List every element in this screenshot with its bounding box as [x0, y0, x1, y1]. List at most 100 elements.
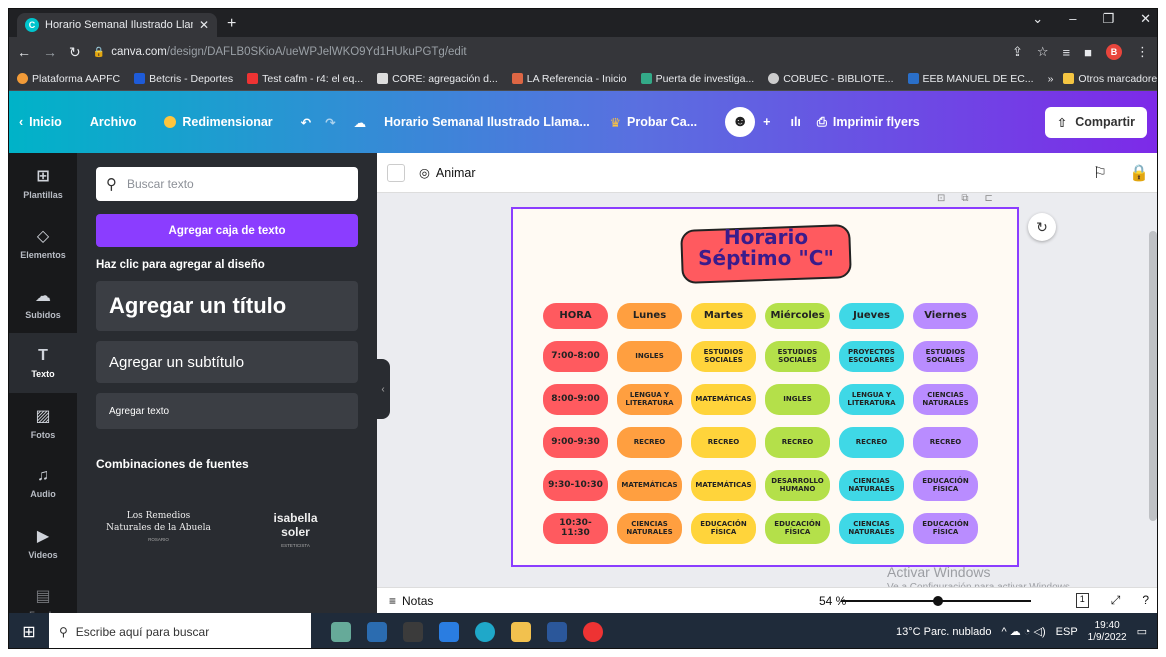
edge-icon[interactable] [475, 621, 495, 642]
schedule-subject-cell[interactable]: LENGUA Y LITERATURA [839, 384, 904, 415]
app-icon[interactable] [367, 621, 387, 642]
undo-icon[interactable]: ↶ [301, 115, 311, 130]
page-count[interactable]: 1 [1075, 593, 1089, 608]
add-heading-button[interactable]: Agregar un título [96, 281, 358, 331]
schedule-subject-cell[interactable]: INGLES [765, 384, 830, 415]
zoom-slider-handle[interactable] [933, 596, 943, 606]
taskbar-search-input[interactable]: ⚲ Escribe aquí para buscar [49, 613, 311, 648]
new-tab-icon[interactable]: + [227, 15, 236, 33]
schedule-header[interactable]: Martes [691, 303, 756, 329]
schedule-subject-cell[interactable]: ESTUDIOS SOCIALES [913, 341, 978, 372]
bookmark-item[interactable]: LA Referencia - Inicio [511, 73, 627, 85]
print-button[interactable]: ⎙ Imprimir flyers [817, 115, 920, 130]
clock[interactable]: 19:40 1/9/2022 [1088, 620, 1127, 644]
redo-icon[interactable]: ↷ [325, 115, 335, 130]
notes-button[interactable]: ≡ Notas [389, 594, 433, 608]
language[interactable]: ESP [1056, 626, 1078, 638]
rail-videos[interactable]: ▶ Videos [9, 513, 77, 573]
app-icon[interactable] [403, 621, 423, 642]
bookmark-item[interactable]: Test cafm - r4: el eq... [247, 73, 363, 85]
rail-elements[interactable]: ◇ Elementos [9, 213, 77, 273]
rail-photos[interactable]: ▨ Fotos [9, 393, 77, 453]
schedule-subject-cell[interactable]: CIENCIAS NATURALES [913, 384, 978, 415]
schedule-header[interactable]: Jueves [839, 303, 904, 329]
profile-avatar[interactable]: B [1106, 44, 1122, 60]
home-button[interactable]: ‹ Inicio [19, 115, 62, 129]
word-icon[interactable] [547, 621, 567, 642]
file-explorer-icon[interactable] [511, 621, 531, 642]
design-canvas[interactable]: Horario Séptimo "C" HORA Lunes Martes Miérc… [511, 207, 1019, 567]
schedule-subject-cell[interactable]: RECREO [913, 427, 978, 458]
schedule-subject-cell[interactable]: RECREO [691, 427, 756, 458]
schedule-subject-cell[interactable]: MATEMÁTICAS [691, 470, 756, 501]
sidepanel-icon[interactable]: ■ [1084, 45, 1092, 60]
share-page-icon[interactable]: ⇪ [1012, 44, 1023, 60]
schedule-subject-cell[interactable]: MATEMÁTICAS [691, 384, 756, 415]
document-title[interactable]: Horario Semanal Ilustrado Llama... [384, 115, 590, 129]
app-icon[interactable] [331, 621, 351, 642]
animate-button[interactable]: ◎ Animar [419, 165, 476, 181]
bookmark-item[interactable]: COBUEC - BIBLIOTE... [768, 73, 894, 85]
schedule-subject-cell[interactable]: PROYECTOS ESCOLARES [839, 341, 904, 372]
insights-icon[interactable]: ılı [790, 115, 800, 129]
schedule-time-cell[interactable]: 8:00-9:00 [543, 384, 608, 415]
schedule-subject-cell[interactable]: EDUCACIÓN FÍSICA [913, 470, 978, 501]
bookmark-item[interactable]: EEB MANUEL DE EC... [907, 73, 1034, 85]
rail-audio[interactable]: ♫ Audio [9, 453, 77, 513]
menu-icon[interactable]: ⋮ [1136, 44, 1149, 60]
tray-icons[interactable]: ^ ☁ ◔ ◁) [1002, 625, 1046, 638]
url-field[interactable]: 🔒 canva.com/design/DAFLB0SKioA/ueWPJelWK… [93, 46, 1000, 58]
schedule-header[interactable]: HORA [543, 303, 608, 329]
rail-text[interactable]: T Texto [9, 333, 77, 393]
notifications-icon[interactable]: ▭ [1137, 625, 1147, 638]
schedule-title[interactable]: Horario Séptimo "C" [681, 227, 851, 269]
tab-search-icon[interactable]: ⌄ [1032, 11, 1043, 27]
paint-roller-icon[interactable]: ⚐ [1093, 163, 1107, 183]
schedule-header[interactable]: Viernes [913, 303, 978, 329]
try-pro-button[interactable]: ♛ Probar Ca... [610, 115, 697, 130]
reading-list-icon[interactable]: ≡ [1063, 45, 1071, 60]
bookmark-item[interactable]: Plataforma AAPFC [17, 73, 120, 85]
resize-button[interactable]: Redimensionar [164, 115, 273, 129]
bookmark-item[interactable]: Betcris - Deportes [134, 73, 233, 85]
browser-tab[interactable]: C Horario Semanal Ilustrado Llama ✕ [17, 13, 217, 37]
schedule-subject-cell[interactable]: CIENCIAS NATURALES [839, 513, 904, 544]
schedule-subject-cell[interactable]: RECREO [765, 427, 830, 458]
hide-page-icon[interactable]: ⊡ [937, 193, 945, 204]
share-button[interactable]: ⇧ Compartir [1044, 106, 1147, 138]
help-icon[interactable]: ? [1142, 593, 1149, 608]
font-combo-card[interactable]: isabella soler ESTETICISTA [233, 511, 358, 548]
add-subheading-button[interactable]: Agregar un subtítulo [96, 341, 358, 383]
reload-icon[interactable]: ↻ [69, 44, 81, 61]
bookmark-item[interactable]: CORE: agregación d... [377, 73, 498, 85]
schedule-subject-cell[interactable]: ESTUDIOS SOCIALES [691, 341, 756, 372]
collapse-panel-handle[interactable]: ‹ [376, 359, 390, 419]
schedule-subject-cell[interactable]: EDUCACIÓN FÍSICA [765, 513, 830, 544]
fullscreen-icon[interactable]: ⤢ [1111, 593, 1121, 608]
close-tab-icon[interactable]: ✕ [199, 18, 209, 32]
schedule-subject-cell[interactable]: RECREO [839, 427, 904, 458]
duplicate-page-icon[interactable]: ⧉ [961, 193, 968, 204]
more-bookmarks[interactable]: » [1048, 73, 1054, 85]
schedule-time-cell[interactable]: 7:00-8:00 [543, 341, 608, 372]
schedule-subject-cell[interactable]: INGLES [617, 341, 682, 372]
schedule-subject-cell[interactable]: CIENCIAS NATURALES [617, 513, 682, 544]
add-collaborator-icon[interactable]: + [763, 115, 770, 129]
regenerate-icon[interactable]: ↻ [1028, 213, 1056, 241]
minimize-icon[interactable]: – [1069, 11, 1076, 27]
bookmark-star-icon[interactable]: ☆ [1037, 44, 1049, 60]
weather[interactable]: 13°C Parc. nublado [896, 626, 992, 638]
lock-icon[interactable]: 🔒 [1129, 163, 1149, 183]
restore-icon[interactable]: ❐ [1102, 11, 1114, 27]
schedule-subject-cell[interactable]: LENGUA Y LITERATURA [617, 384, 682, 415]
schedule-subject-cell[interactable]: DESARROLLO HUMANO [765, 470, 830, 501]
forward-icon[interactable]: → [43, 44, 57, 60]
back-icon[interactable]: ← [17, 44, 31, 60]
add-textbox-button[interactable]: Agregar caja de texto [96, 214, 358, 247]
schedule-subject-cell[interactable]: RECREO [617, 427, 682, 458]
schedule-header[interactable]: Lunes [617, 303, 682, 329]
schedule-subject-cell[interactable]: ESTUDIOS SOCIALES [765, 341, 830, 372]
user-avatar[interactable]: ☻ [725, 107, 756, 137]
windows-start-icon[interactable]: ⊞ [9, 622, 49, 642]
bookmark-item[interactable]: Puerta de investiga... [640, 73, 754, 85]
